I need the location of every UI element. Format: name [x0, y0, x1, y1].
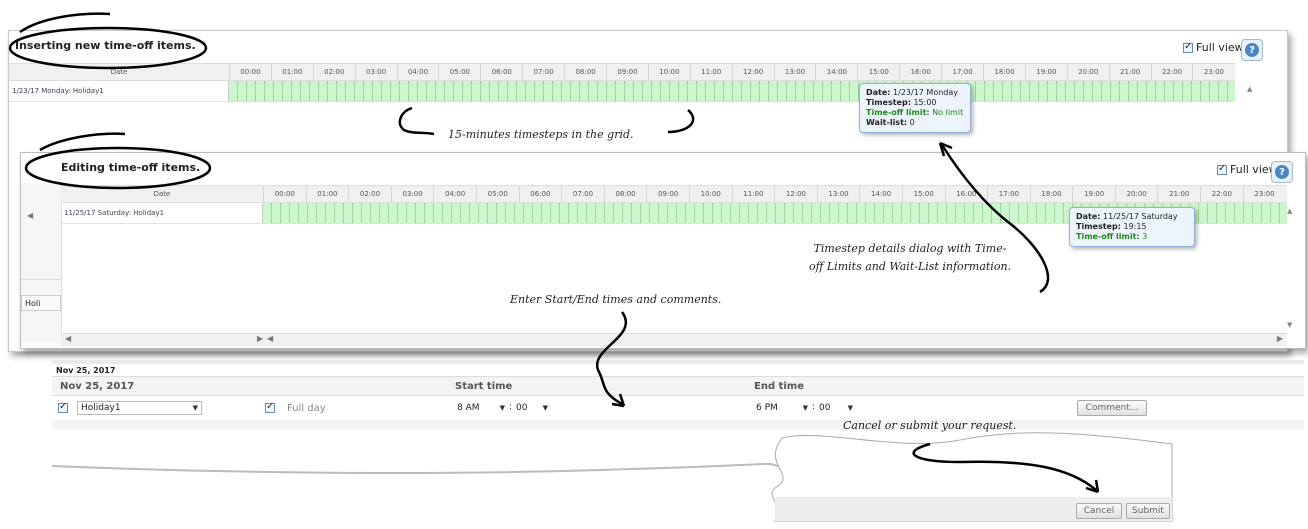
annotation-dialog: Timestep details dialog with Time- off L… [808, 242, 1012, 273]
annotation-squiggle [667, 109, 695, 134]
annotation-cancel-submit: Cancel or submit your request. [843, 419, 1017, 432]
title-highlight-ellipse [24, 146, 212, 190]
annotation-enter-times: Enter Start/End times and comments. [510, 293, 722, 306]
annotation-arrow [595, 311, 628, 406]
cancel-button[interactable]: Cancel [1076, 503, 1122, 519]
title-highlight-ellipse [8, 26, 208, 70]
submit-button[interactable]: Submit [1126, 503, 1170, 519]
annotation-timesteps: 15-minutes timesteps in the grid. [448, 128, 634, 141]
cutout-panel [8, 12, 1173, 522]
annotation-squiggle [398, 106, 435, 136]
